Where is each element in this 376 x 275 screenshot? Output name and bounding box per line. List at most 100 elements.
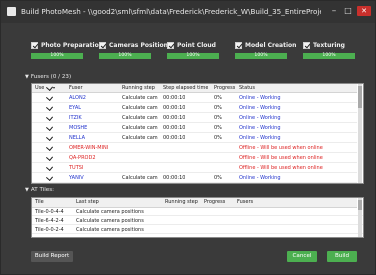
scroll-thumb[interactable] xyxy=(358,86,362,108)
use-checkbox[interactable] xyxy=(45,163,54,172)
col-tile[interactable]: Tile xyxy=(35,198,44,206)
stage-progress-bar: 100% xyxy=(303,53,355,59)
col-fuser[interactable]: Fuser xyxy=(69,84,83,92)
col-fusers[interactable]: Fusers xyxy=(237,198,253,206)
fuser-status: Online - Working xyxy=(239,125,281,131)
tile-last-step: Calculate camera positions xyxy=(76,227,144,233)
table-row[interactable]: Tile-0-0-2-4 Calculate camera positions xyxy=(32,226,363,234)
step-elapsed-time: 00:00:10 xyxy=(163,105,186,111)
progress-value: 0% xyxy=(214,115,222,121)
table-row[interactable]: Tile-6-4-2-4 Calculate camera positions xyxy=(32,217,363,225)
table-row[interactable]: ITZIK Calculate cam 00:00:10 0% Online - Wor… xyxy=(32,113,357,123)
build-button[interactable]: Build xyxy=(327,251,357,262)
col-status[interactable]: Status xyxy=(239,84,255,92)
progress-value: 0% xyxy=(214,95,222,101)
table-row[interactable]: TUTSI Offline - Will be used when online xyxy=(32,163,357,173)
fusers-section-label: Fusers (0 / 23) xyxy=(30,74,72,80)
minimize-button[interactable]: – xyxy=(329,6,339,16)
fuser-name: TUTSI xyxy=(69,165,84,171)
table-row[interactable]: ALON2 Calculate cam 00:00:10 0% Online - Wor… xyxy=(32,93,357,103)
tile-id: Tile-0-0-4-4 xyxy=(35,209,64,215)
fuser-status: Offline - Will be used when online xyxy=(239,155,323,161)
table-row[interactable]: MOSHE Calculate cam 00:00:10 0% Online - Wor… xyxy=(32,123,357,133)
table-row[interactable]: EYAL Calculate cam 00:00:10 0% Online - Work… xyxy=(32,103,357,113)
fuser-status: Online - Working xyxy=(239,105,281,111)
window-title: Build PhotoMesh - \\good2\sml\sfml\data\… xyxy=(21,7,321,16)
fuser-name: NELLA xyxy=(69,135,86,141)
use-checkbox[interactable] xyxy=(45,153,54,162)
stage-checkbox[interactable] xyxy=(235,42,242,49)
use-checkbox[interactable] xyxy=(45,93,54,102)
fusers-scrollbar[interactable] xyxy=(358,84,362,183)
running-step: Calculate cam xyxy=(122,95,158,101)
use-checkbox[interactable] xyxy=(45,113,54,122)
tile-id: Tile-6-4-2-4 xyxy=(35,218,64,224)
col-running-step[interactable]: Running step xyxy=(165,198,198,206)
stage-checkbox[interactable] xyxy=(31,42,38,49)
cancel-button[interactable]: Cancel xyxy=(287,251,317,262)
stage-progress-bar: 100% xyxy=(167,53,219,59)
stage-checkbox[interactable] xyxy=(167,42,174,49)
use-checkbox[interactable] xyxy=(45,173,54,182)
progress-value: 0% xyxy=(214,125,222,131)
running-step: Calculate cam xyxy=(122,105,158,111)
step-elapsed-time: 00:00:10 xyxy=(163,125,186,131)
stage-progress-bar: 100% xyxy=(31,53,83,59)
fuser-status: Online - Working xyxy=(239,95,281,101)
fuser-name: EYAL xyxy=(69,105,82,111)
tile-last-step: Calculate camera positions xyxy=(76,209,144,215)
use-checkbox[interactable] xyxy=(45,133,54,142)
fuser-status: Offline - Will be used when online xyxy=(239,145,323,151)
stage-checkbox[interactable] xyxy=(303,42,310,49)
table-row[interactable]: QA-PROD2 Offline - Will be used when onli… xyxy=(32,153,357,163)
tile-id: Tile-0-0-2-4 xyxy=(35,227,64,233)
collapse-triangle-icon: ▼ xyxy=(25,74,29,80)
fusers-section-header[interactable]: ▼ Fusers (0 / 23) xyxy=(25,74,71,80)
col-use: Use xyxy=(35,85,45,91)
fusers-header-row: Use ▾ Fuser Running step Step elapsed ti… xyxy=(32,84,357,93)
build-report-button[interactable]: Build Report xyxy=(31,251,73,262)
maximize-button[interactable]: □ xyxy=(343,6,353,16)
fuser-status: Offline - Will be used when online xyxy=(239,165,323,171)
stage-checkbox[interactable] xyxy=(99,42,106,49)
fuser-name: ITZIK xyxy=(69,115,82,121)
title-bar[interactable]: Build PhotoMesh - \\good2\sml\sfml\data\… xyxy=(1,1,375,23)
stage-label: Cameras Position xyxy=(109,42,168,49)
col-running-step[interactable]: Running step xyxy=(122,84,155,92)
check-icon xyxy=(45,84,54,92)
stage-label: Model Creation xyxy=(245,42,297,49)
step-elapsed-time: 00:00:10 xyxy=(163,135,186,141)
use-checkbox[interactable] xyxy=(45,103,54,112)
table-row[interactable]: OMER-WIN-MINI Offline - Will be used when… xyxy=(32,143,357,153)
tiles-table: Tile Last step Running step Progress Fus… xyxy=(31,197,364,238)
fuser-name: OMER-WIN-MINI xyxy=(69,145,109,151)
tiles-section-header[interactable]: ▼ AT Tiles: xyxy=(25,187,54,193)
col-last-step[interactable]: Last step xyxy=(76,198,99,206)
col-progress[interactable]: Progress xyxy=(204,198,225,206)
close-button[interactable]: ✕ xyxy=(357,6,371,16)
scroll-thumb[interactable] xyxy=(358,200,362,210)
use-checkbox[interactable] xyxy=(45,123,54,132)
step-elapsed-time: 00:00:10 xyxy=(163,95,186,101)
table-row[interactable]: Tile-0-0-4-4 Calculate camera positions xyxy=(32,208,363,216)
tiles-section-label: AT Tiles: xyxy=(30,187,55,193)
sort-icon[interactable]: ▾ xyxy=(53,84,55,92)
use-checkbox[interactable] xyxy=(45,143,54,152)
app-icon xyxy=(7,7,16,16)
stage-progress-bar: 100% xyxy=(99,53,151,59)
running-step: Calculate cam xyxy=(122,115,158,121)
table-row[interactable]: YANIV Calculate cam 00:00:10 0% Online - Wor… xyxy=(32,173,357,183)
collapse-triangle-icon: ▼ xyxy=(25,187,29,193)
fuser-name: YANIV xyxy=(69,175,84,181)
running-step: Calculate cam xyxy=(122,125,158,131)
fuser-status: Online - Working xyxy=(239,175,281,181)
fuser-name: ALON2 xyxy=(69,95,86,101)
table-row[interactable]: NELLA Calculate cam 00:00:10 0% Online - Wor… xyxy=(32,133,357,143)
fuser-status: Online - Working xyxy=(239,115,281,121)
tile-last-step: Calculate camera positions xyxy=(76,218,144,224)
tiles-scrollbar[interactable] xyxy=(358,198,362,237)
stage-label: Point Cloud xyxy=(177,42,216,49)
col-step-elapsed-time[interactable]: Step elapsed time xyxy=(163,84,208,92)
build-photomesh-window: Build PhotoMesh - \\good2\sml\sfml\data\… xyxy=(0,0,376,275)
col-progress[interactable]: Progress xyxy=(214,84,235,92)
